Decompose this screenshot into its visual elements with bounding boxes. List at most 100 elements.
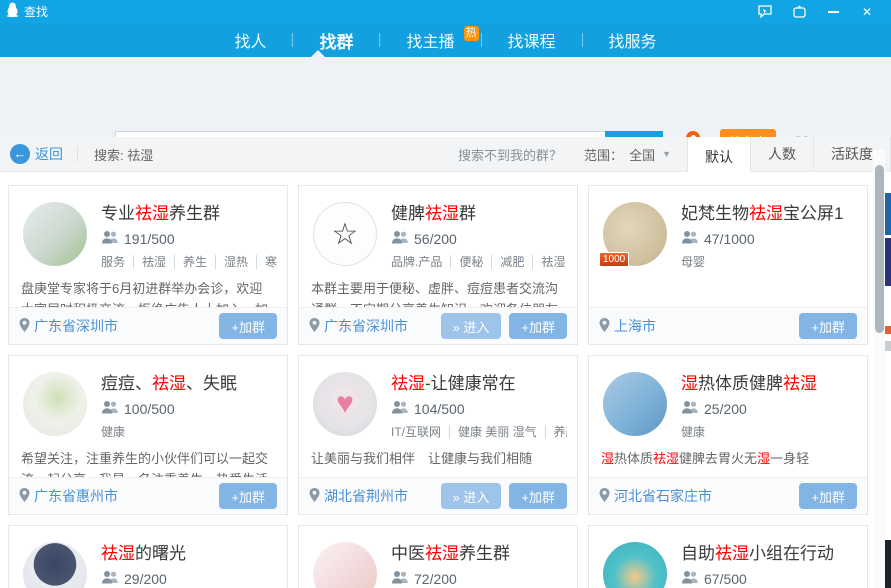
window-title: 查找 bbox=[24, 3, 48, 20]
member-count: 56/200 bbox=[414, 231, 457, 247]
scope-value: 全国 bbox=[629, 145, 655, 164]
group-tag: 祛湿 bbox=[133, 255, 174, 269]
join-group-button[interactable]: +加群 bbox=[799, 313, 857, 339]
location-text: 广东省深圳市 bbox=[324, 316, 408, 336]
card-footer: 湖北省荆州市 » 进入 +加群 bbox=[299, 477, 577, 514]
group-avatar: ☆ bbox=[313, 202, 377, 266]
location-text: 上海市 bbox=[614, 316, 656, 336]
scope-dropdown[interactable]: 全国 ▼ bbox=[629, 145, 671, 164]
group-card: 湿热体质健脾祛湿 25/200 健康 湿热体质祛湿健脾去胃火无湿一身轻 河北省石… bbox=[588, 355, 868, 515]
background-window-sliver bbox=[885, 341, 891, 351]
enter-group-button[interactable]: » 进入 bbox=[441, 483, 502, 509]
card-footer: 河北省石家庄市 +加群 bbox=[589, 477, 867, 514]
scope-label: 范围： bbox=[584, 145, 623, 164]
feedback-icon[interactable] bbox=[757, 5, 773, 19]
group-location: 湖北省荆州市 bbox=[309, 486, 408, 506]
members-icon bbox=[681, 231, 704, 247]
card-footer: 广东省深圳市 +加群 bbox=[9, 307, 287, 344]
group-tag: 服务 bbox=[101, 255, 133, 269]
group-title: 痘痘、祛湿、失眠 bbox=[101, 369, 277, 394]
group-tag: 健康 美丽 湿气 bbox=[449, 425, 545, 439]
location-pin-icon bbox=[19, 318, 34, 335]
location-pin-icon bbox=[309, 318, 324, 335]
nav-band: 找人找群找主播热找课程找服务 bbox=[0, 23, 891, 57]
group-title: 祛湿-让健康常在 bbox=[391, 369, 567, 394]
group-card: ♥ 祛湿-让健康常在 104/500 IT/互联网健康 美丽 湿气养颜 让美丽与… bbox=[298, 355, 578, 515]
location-pin-icon bbox=[19, 488, 34, 505]
members-icon bbox=[391, 231, 414, 247]
group-card: 自助祛湿小组在行动 67/500 +加群 bbox=[588, 525, 868, 588]
group-title: 祛湿的曙光 bbox=[101, 539, 277, 564]
search-term-label: 搜索: 祛湿 bbox=[94, 145, 153, 164]
find-window: 查找 ✕ 找人找群找主播热找课程找服务 祛湿 ✕ bbox=[0, 0, 891, 588]
group-avatar bbox=[23, 202, 87, 266]
group-location: 广东省深圳市 bbox=[19, 316, 118, 336]
nav-tab-4[interactable]: 找课程 bbox=[482, 23, 582, 57]
minimize-button[interactable] bbox=[825, 5, 841, 19]
background-window-sliver bbox=[885, 326, 891, 334]
enter-group-button[interactable]: » 进入 bbox=[441, 313, 502, 339]
results-area: 专业祛湿养生群 191/500 服务祛湿养生湿热寒湿... 盘庚堂专家将于6月初… bbox=[0, 172, 875, 588]
members-icon bbox=[101, 231, 124, 247]
search-band: 祛湿 ✕ 美女直播 90后 TFBOYS bbox=[0, 57, 891, 137]
group-title: 湿热体质健脾祛湿 bbox=[681, 369, 857, 394]
avatar-glyph: ☆ bbox=[332, 217, 359, 252]
nav-tab-5[interactable]: 找服务 bbox=[583, 23, 683, 57]
group-location: 上海市 bbox=[599, 316, 656, 336]
sort-tab-1[interactable]: 默认 bbox=[687, 137, 750, 177]
group-tags: 健康 bbox=[681, 423, 857, 440]
close-button[interactable]: ✕ bbox=[859, 5, 875, 19]
group-avatar: ♥ bbox=[313, 372, 377, 436]
group-tag: 母婴 bbox=[681, 255, 713, 269]
group-tag: IT/互联网 bbox=[391, 425, 449, 439]
members-icon bbox=[101, 401, 124, 417]
group-title: 专业祛湿养生群 bbox=[101, 199, 277, 224]
group-tag: 减肥 bbox=[491, 255, 532, 269]
sort-tab-2[interactable]: 人数 bbox=[750, 137, 813, 171]
toolbox-icon[interactable] bbox=[791, 5, 807, 19]
join-group-button[interactable]: +加群 bbox=[219, 313, 277, 339]
group-avatar bbox=[603, 542, 667, 588]
location-text: 广东省惠州市 bbox=[34, 486, 118, 506]
join-group-button[interactable]: +加群 bbox=[219, 483, 277, 509]
back-arrow-icon: ← bbox=[10, 144, 30, 164]
group-location: 河北省石家庄市 bbox=[599, 486, 712, 506]
group-title: 妃梵生物祛湿宝公屏1 bbox=[681, 199, 857, 224]
title-bar: 查找 ✕ bbox=[0, 0, 891, 23]
location-text: 湖北省荆州市 bbox=[324, 486, 408, 506]
member-count: 47/1000 bbox=[704, 231, 755, 247]
location-pin-icon bbox=[309, 488, 324, 505]
group-tags: 服务祛湿养生湿热寒湿... bbox=[101, 253, 277, 270]
members-icon bbox=[391, 401, 414, 417]
group-location: 广东省深圳市 bbox=[309, 316, 408, 336]
chevron-down-icon: ▼ bbox=[662, 149, 671, 159]
capacity-badge: 1000 bbox=[599, 252, 629, 267]
member-count: 29/200 bbox=[124, 571, 167, 587]
nav-tab-1[interactable]: 找人 bbox=[208, 23, 292, 57]
group-title: 自助祛湿小组在行动 bbox=[681, 539, 857, 564]
join-group-button[interactable]: +加群 bbox=[799, 483, 857, 509]
card-footer: 广东省惠州市 +加群 bbox=[9, 477, 287, 514]
join-group-button[interactable]: +加群 bbox=[509, 313, 567, 339]
back-button[interactable]: ← 返回 bbox=[0, 144, 77, 164]
card-footer: 广东省深圳市 » 进入 +加群 bbox=[299, 307, 577, 344]
background-window-sliver bbox=[885, 193, 891, 235]
group-tag: 湿热 bbox=[215, 255, 256, 269]
group-tags: IT/互联网健康 美丽 湿气养颜 bbox=[391, 423, 567, 440]
group-card: 痘痘、祛湿、失眠 100/500 健康 希望关注，注重养生的小伙伴们可以一起交流… bbox=[8, 355, 288, 515]
group-tag: 寒湿 bbox=[256, 255, 277, 269]
cant-find-group-link[interactable]: 搜索不到我的群？ bbox=[458, 145, 562, 164]
member-count: 100/500 bbox=[124, 401, 175, 417]
group-tag: 健康 bbox=[681, 425, 713, 439]
group-card: 中医祛湿养生群 72/200 +加群 bbox=[298, 525, 578, 588]
join-group-button[interactable]: +加群 bbox=[509, 483, 567, 509]
nav-tab-2[interactable]: 找群 bbox=[293, 23, 379, 57]
nav-tab-3[interactable]: 找主播热 bbox=[380, 23, 480, 57]
group-title: 中医祛湿养生群 bbox=[391, 539, 567, 564]
members-icon bbox=[101, 571, 124, 587]
group-tag: 养生 bbox=[174, 255, 215, 269]
background-window-sliver bbox=[885, 540, 891, 588]
background-window-sliver bbox=[885, 238, 891, 286]
scrollbar-thumb[interactable] bbox=[875, 165, 884, 333]
group-avatar bbox=[603, 372, 667, 436]
